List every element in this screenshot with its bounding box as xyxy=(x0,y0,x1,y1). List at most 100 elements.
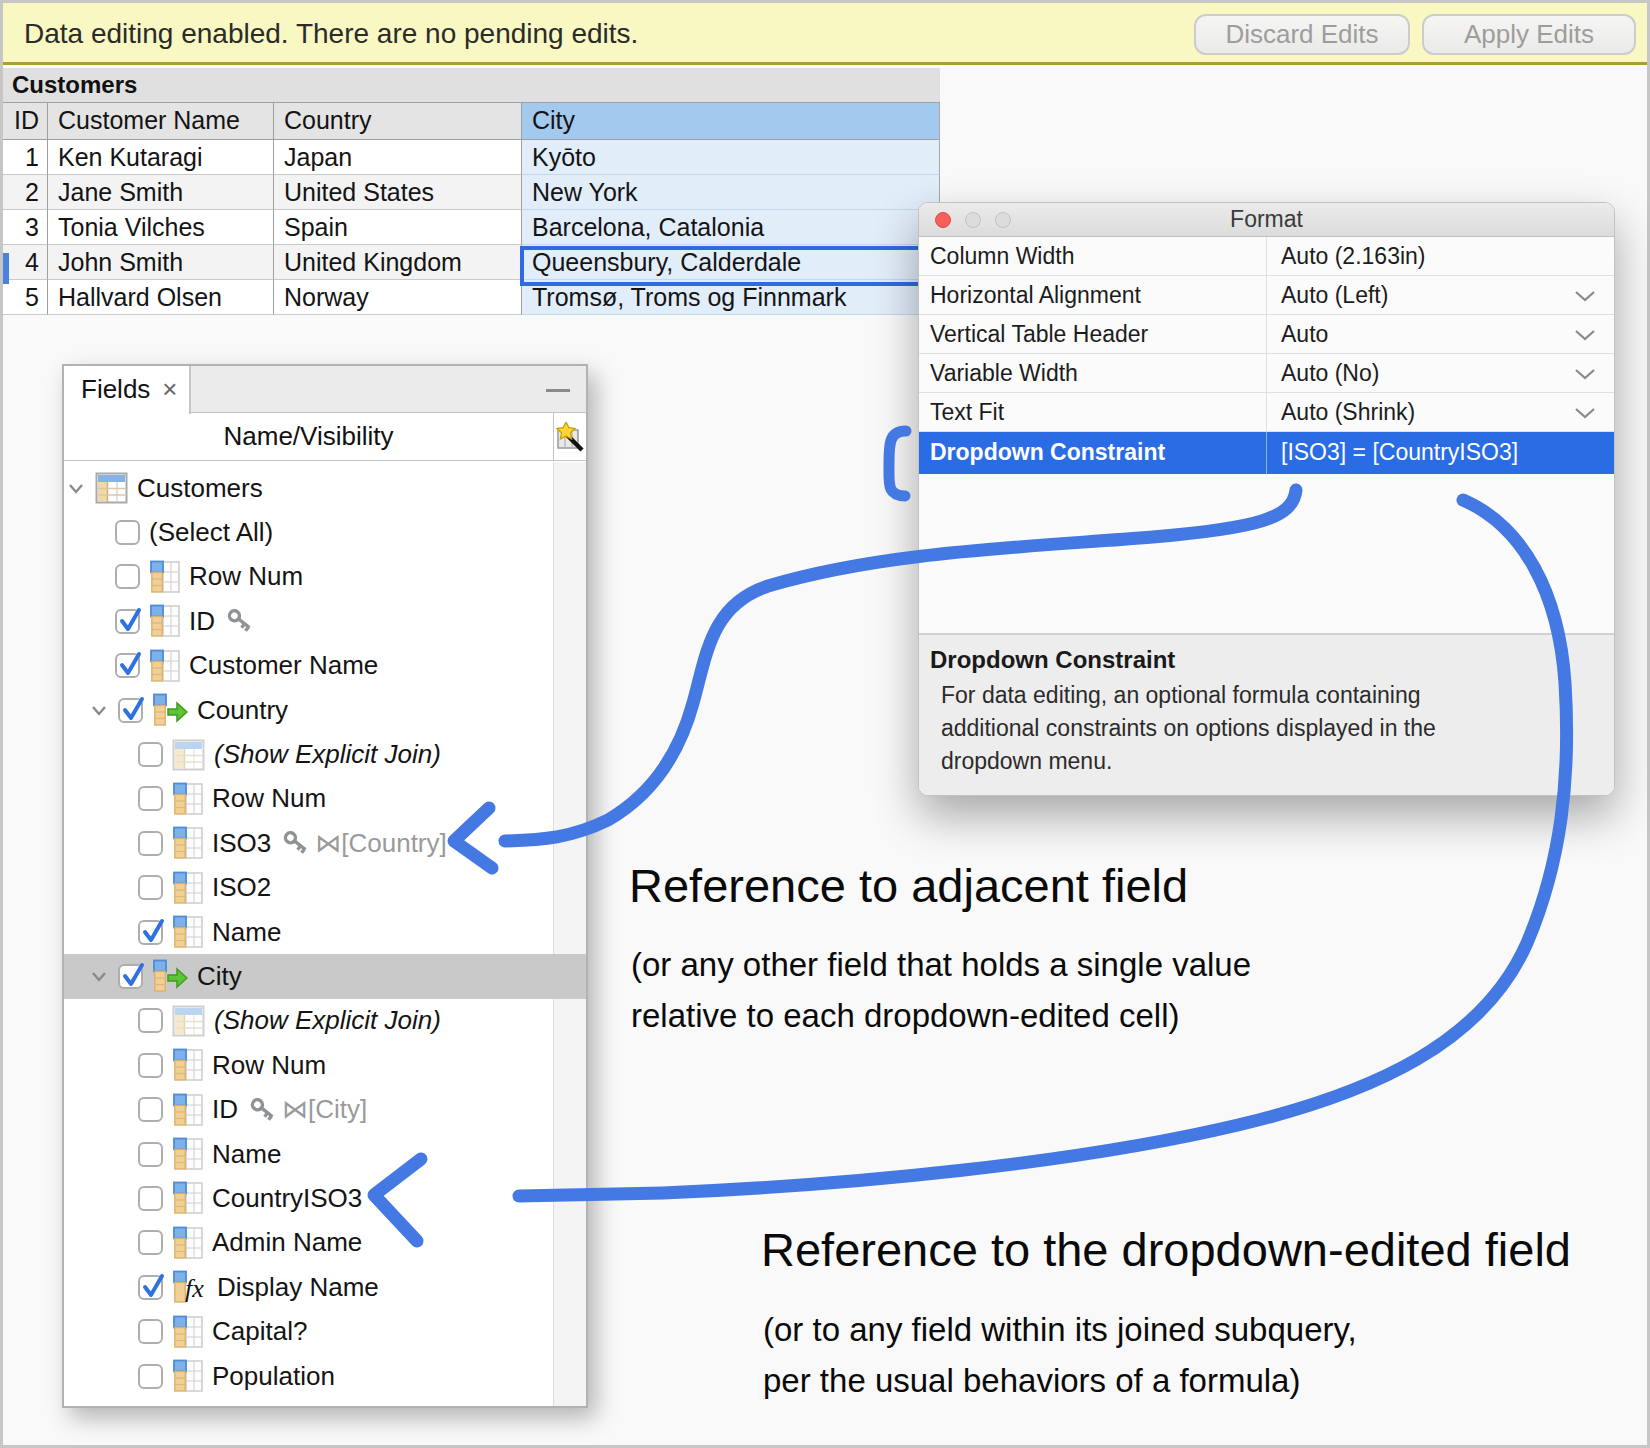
table-cell[interactable]: John Smith xyxy=(48,245,274,280)
format-row-value[interactable]: Auto (Shrink) xyxy=(1267,393,1614,431)
table-cell[interactable]: 2 xyxy=(3,175,48,210)
checkbox-checked[interactable] xyxy=(115,609,140,634)
close-icon[interactable]: × xyxy=(162,374,177,404)
col-icon xyxy=(172,1181,203,1215)
fields-tab-bar: Fields× xyxy=(64,366,586,413)
field-item-customer-name[interactable]: Customer Name xyxy=(64,644,586,688)
zoom-traffic-light-icon[interactable] xyxy=(995,212,1011,228)
field-item-admin-name[interactable]: Admin Name xyxy=(64,1221,586,1265)
table-cell[interactable]: Tonia Vilches xyxy=(48,210,274,245)
field-item--show-explicit-join-[interactable]: (Show Explicit Join) xyxy=(64,732,586,776)
field-label: Capital? xyxy=(212,1316,307,1347)
annotation-title-dropdown-field: Reference to the dropdown-edited field xyxy=(761,1222,1571,1277)
checkbox-unchecked[interactable] xyxy=(138,1186,163,1211)
wand-cell[interactable] xyxy=(553,413,586,461)
format-row-value[interactable]: Auto xyxy=(1267,315,1614,353)
field-item-id[interactable]: ID⋈[City] xyxy=(64,1087,586,1131)
table-cell[interactable]: 1 xyxy=(3,140,48,175)
checkbox-unchecked[interactable] xyxy=(138,786,163,811)
magic-wand-icon xyxy=(556,422,584,452)
checkbox-unchecked[interactable] xyxy=(138,875,163,900)
table-cell[interactable]: United Kingdom xyxy=(274,245,522,280)
apply-edits-button[interactable]: Apply Edits xyxy=(1422,14,1636,55)
table-cell[interactable]: 3 xyxy=(3,210,48,245)
field-item-row-num[interactable]: Row Num xyxy=(64,555,586,599)
checkbox-unchecked[interactable] xyxy=(115,520,140,545)
field-item-iso3[interactable]: ISO3⋈[Country] xyxy=(64,821,586,865)
minimize-traffic-light-icon[interactable] xyxy=(965,212,981,228)
checkbox-unchecked[interactable] xyxy=(138,1142,163,1167)
field-item--select-all-[interactable]: (Select All) xyxy=(64,510,586,554)
column-header-country[interactable]: Country xyxy=(274,103,522,140)
table-cell[interactable]: 4 xyxy=(3,245,48,280)
checkbox-unchecked[interactable] xyxy=(138,742,163,767)
table-cell[interactable]: Hallvard Olsen xyxy=(48,280,274,315)
format-title-bar[interactable]: Format xyxy=(919,203,1614,237)
close-traffic-light-icon[interactable] xyxy=(935,212,951,228)
column-header-customer-name[interactable]: Customer Name xyxy=(48,103,274,140)
table-cell[interactable]: Jane Smith xyxy=(48,175,274,210)
field-item-row-num[interactable]: Row Num xyxy=(64,777,586,821)
minimize-icon[interactable] xyxy=(546,389,570,392)
checkbox-checked[interactable] xyxy=(115,653,140,678)
table-cell[interactable]: Ken Kutaragi xyxy=(48,140,274,175)
field-item-city[interactable]: City xyxy=(64,954,586,998)
format-row-label: Text Fit xyxy=(919,393,1267,431)
table-cell[interactable]: United States xyxy=(274,175,522,210)
format-row-value[interactable]: Auto (2.163in) xyxy=(1267,237,1614,275)
table-cell[interactable]: Norway xyxy=(274,280,522,315)
checkbox-unchecked[interactable] xyxy=(138,831,163,856)
table-cell[interactable]: 5 xyxy=(3,280,48,315)
tab-fields[interactable]: Fields× xyxy=(64,366,191,414)
checkbox-unchecked[interactable] xyxy=(115,564,140,589)
column-header-city[interactable]: City xyxy=(522,103,940,140)
field-item-name[interactable]: Name xyxy=(64,1132,586,1176)
format-row-column-width[interactable]: Column WidthAuto (2.163in) xyxy=(919,237,1614,276)
field-item-capital-[interactable]: Capital? xyxy=(64,1309,586,1353)
table-cell[interactable]: Kyōto xyxy=(522,140,940,175)
table-cell[interactable]: Japan xyxy=(274,140,522,175)
column-header-id[interactable]: ID xyxy=(3,103,48,140)
format-row-dropdown-constraint[interactable]: Dropdown Constraint[ISO3] = [CountryISO3… xyxy=(919,432,1614,474)
field-item-countryiso3[interactable]: CountryISO3 xyxy=(64,1176,586,1220)
discard-edits-button[interactable]: Discard Edits xyxy=(1194,14,1410,55)
field-item-name[interactable]: Name xyxy=(64,910,586,954)
format-row-text-fit[interactable]: Text FitAuto (Shrink) xyxy=(919,393,1614,432)
field-item--show-explicit-join-[interactable]: (Show Explicit Join) xyxy=(64,999,586,1043)
checkbox-unchecked[interactable] xyxy=(138,1319,163,1344)
checkbox-unchecked[interactable] xyxy=(138,1008,163,1033)
format-row-label: Horizontal Alignment xyxy=(919,276,1267,314)
field-item-population[interactable]: Population xyxy=(64,1354,586,1398)
table-cell[interactable]: Spain xyxy=(274,210,522,245)
table-cell[interactable]: New York xyxy=(522,175,940,210)
checkbox-unchecked[interactable] xyxy=(138,1053,163,1078)
checkbox-checked[interactable] xyxy=(138,1275,163,1300)
format-row-horizontal-alignment[interactable]: Horizontal AlignmentAuto (Left) xyxy=(919,276,1614,315)
field-item-id[interactable]: ID xyxy=(64,599,586,643)
field-item-country[interactable]: Country xyxy=(64,688,586,732)
checkbox-checked[interactable] xyxy=(118,964,143,989)
chevron-down-icon[interactable] xyxy=(66,478,86,498)
format-row-vertical-table-header[interactable]: Vertical Table HeaderAuto xyxy=(919,315,1614,354)
chevron-down-icon[interactable] xyxy=(89,966,109,986)
field-item-customers[interactable]: Customers xyxy=(64,466,586,510)
field-label: Row Num xyxy=(189,561,303,592)
checkbox-unchecked[interactable] xyxy=(138,1097,163,1122)
field-item-row-num[interactable]: Row Num xyxy=(64,1043,586,1087)
checkbox-unchecked[interactable] xyxy=(138,1230,163,1255)
col-icon xyxy=(172,915,203,949)
table-cell[interactable]: Barcelona, Catalonia xyxy=(522,210,940,245)
checkbox-unchecked[interactable] xyxy=(138,1364,163,1389)
format-row-value[interactable]: Auto (No) xyxy=(1267,354,1614,392)
field-item-display-name[interactable]: fxDisplay Name xyxy=(64,1265,586,1309)
join-reference: ⋈[City] xyxy=(282,1094,367,1125)
chevron-down-icon xyxy=(1574,368,1596,380)
field-item-iso2[interactable]: ISO2 xyxy=(64,866,586,910)
checkbox-checked[interactable] xyxy=(118,698,143,723)
checkbox-checked[interactable] xyxy=(138,920,163,945)
format-row-variable-width[interactable]: Variable WidthAuto (No) xyxy=(919,354,1614,393)
chevron-down-icon[interactable] xyxy=(89,700,109,720)
field-label: Row Num xyxy=(212,1050,326,1081)
format-row-value[interactable]: Auto (Left) xyxy=(1267,276,1614,314)
format-row-value[interactable]: [ISO3] = [CountryISO3] xyxy=(1267,432,1614,474)
